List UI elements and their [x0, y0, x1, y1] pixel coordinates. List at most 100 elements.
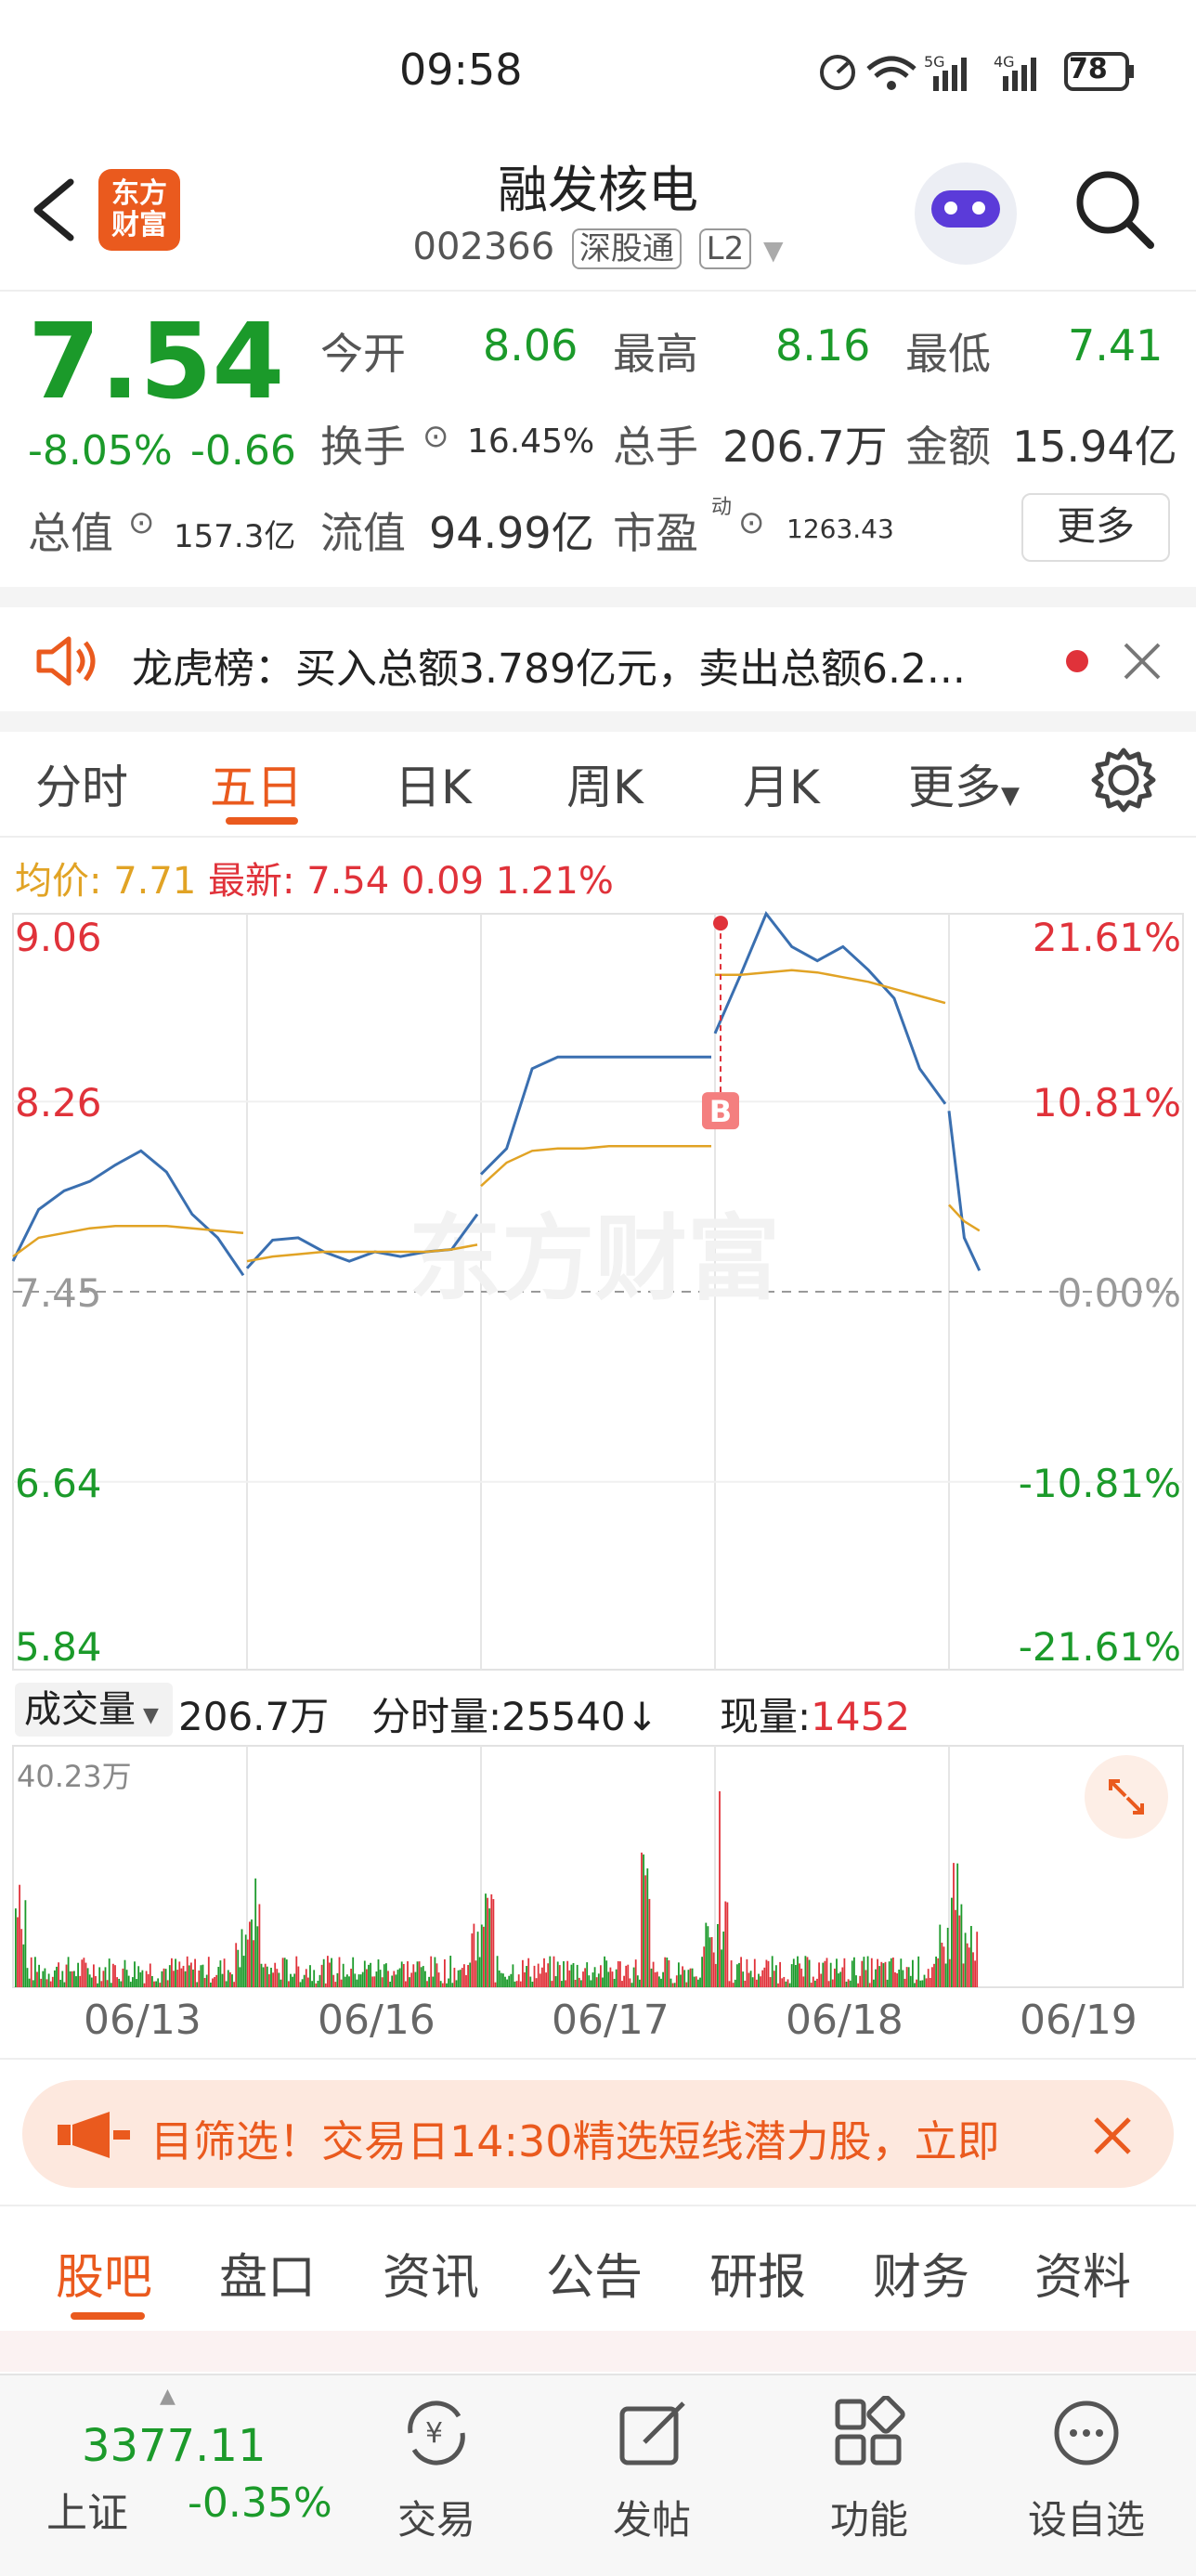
volume-bar: [227, 1970, 229, 1987]
nav-add-watchlist[interactable]: 设自选: [1012, 2387, 1161, 2563]
volume-bar: [939, 1924, 942, 1987]
volume-bar: [313, 1970, 316, 1987]
volume-bar: [948, 1958, 951, 1987]
y-tick-left: 8.26: [15, 1080, 102, 1125]
volume-indicator-dropdown[interactable]: 成交量 ▼: [15, 1683, 173, 1737]
info-icon[interactable]: ⊙: [422, 418, 449, 455]
tab-profile[interactable]: 资料: [1034, 2238, 1131, 2308]
volume-bar: [225, 1981, 228, 1987]
volume-bar: [597, 1973, 600, 1987]
volume-bar: [714, 1963, 717, 1987]
tab-finance[interactable]: 财务: [873, 2238, 969, 2308]
volume-bar: [332, 1974, 335, 1987]
volume-bar: [870, 1958, 873, 1987]
info-icon[interactable]: ⊙: [738, 504, 765, 541]
search-icon[interactable]: [1072, 167, 1156, 251]
volume-bar: [192, 1969, 194, 1987]
volume-bar: [753, 1958, 756, 1987]
latest-percent: 1.21%: [495, 860, 614, 903]
volume-bar: [730, 1960, 733, 1987]
tab-monthly-k[interactable]: 月K: [743, 750, 820, 817]
settings-gear-icon[interactable]: [1088, 745, 1159, 815]
volume-bar: [487, 1897, 488, 1987]
divider: [0, 2058, 1196, 2060]
volume-chart[interactable]: [0, 1744, 1196, 1995]
index-ticker[interactable]: ▲ 3377.11 上证 -0.35%: [19, 2385, 332, 2570]
volume-bar: [866, 1956, 869, 1987]
volume-bar: [586, 1962, 589, 1987]
volume-bar: [455, 1980, 458, 1987]
volume-bar: [812, 1976, 814, 1987]
tab-news[interactable]: 资讯: [383, 2238, 479, 2308]
volume-bar: [834, 1968, 836, 1987]
more-button[interactable]: 更多: [1021, 493, 1170, 562]
y-tick-right: -10.81%: [1019, 1461, 1181, 1506]
nav-functions[interactable]: 功能: [804, 2387, 934, 2563]
volume-bar: [804, 1956, 807, 1987]
nav-post-label: 发帖: [612, 2497, 691, 2543]
volume-bar: [552, 1956, 555, 1987]
ad-banner[interactable]: 目筛选！交易日14:30精选短线潜力股，立即: [22, 2080, 1174, 2188]
y-tick-left: 7.45: [15, 1270, 102, 1316]
volume-bar: [498, 1970, 500, 1987]
volume-bar: [217, 1967, 220, 1987]
notice-bar[interactable]: 龙虎榜：买入总额3.789亿元，卖出总额6.2...: [0, 607, 1196, 711]
volume-bar: [202, 1964, 204, 1987]
tab-forum[interactable]: 股吧: [56, 2238, 152, 2308]
nav-post[interactable]: 发帖: [587, 2387, 717, 2563]
volume-bar: [483, 1926, 485, 1987]
volume-bar: [290, 1973, 292, 1987]
volume-bar: [137, 1966, 140, 1987]
tab-more[interactable]: 更多▼: [908, 750, 1020, 817]
close-icon[interactable]: [1090, 2114, 1135, 2158]
volume-bar: [907, 1967, 910, 1987]
tab-orderbook[interactable]: 盘口: [219, 2238, 316, 2308]
volume-bar: [40, 1978, 43, 1987]
tab-announcements[interactable]: 公告: [546, 2238, 643, 2308]
pe-superscript: 动: [711, 496, 733, 519]
tab-daily-k[interactable]: 日K: [395, 750, 472, 817]
volume-bar: [779, 1961, 781, 1987]
volume-bar: [295, 1956, 298, 1987]
expand-icon[interactable]: [1085, 1755, 1168, 1839]
volume-bar: [543, 1958, 545, 1987]
tab-intraday[interactable]: 分时: [35, 750, 128, 817]
volume-bar: [818, 1962, 820, 1987]
volume-bar: [592, 1972, 594, 1987]
volume-bar: [389, 1981, 391, 1987]
volume-bar: [609, 1967, 612, 1987]
five-day-price-chart[interactable]: 东方财富 B 9.06 8.26 7.45 6.64 5.84 21.61% 10.81% 0.0…: [0, 910, 1196, 1672]
chevron-up-icon: ▲: [160, 2385, 176, 2408]
volume-bar: [650, 1968, 653, 1987]
tab-weekly-k[interactable]: 周K: [566, 750, 644, 817]
stock-code-row[interactable]: 002366 深股通 L2 ▼: [0, 223, 1196, 269]
volume-bar: [556, 1961, 559, 1987]
volume-bar: [962, 1963, 965, 1987]
status-time: 09:58: [399, 45, 523, 95]
volume-bar: [272, 1972, 274, 1987]
nav-trade[interactable]: ¥ 交易: [371, 2387, 501, 2563]
volume-bar: [301, 1979, 304, 1987]
volume-bar: [409, 1977, 410, 1987]
volume-bar: [689, 1968, 692, 1987]
volume-bar: [86, 1968, 89, 1987]
volume-bar: [219, 1960, 222, 1987]
tab-research[interactable]: 研报: [709, 2238, 806, 2308]
volume-bar: [178, 1961, 181, 1987]
volume-bar: [619, 1961, 621, 1987]
volume-bar: [886, 1979, 889, 1987]
index-value: 3377.11: [82, 2420, 266, 2472]
robot-assistant-icon[interactable]: [915, 163, 1017, 265]
close-icon[interactable]: [1122, 641, 1163, 682]
volume-bar: [377, 1959, 380, 1987]
tab-five-day[interactable]: 五日: [210, 750, 303, 817]
y-tick-right: -21.61%: [1019, 1624, 1181, 1670]
mktcap-value: 157.3亿: [174, 518, 296, 555]
volume-bar: [147, 1973, 150, 1987]
volume-bar: [428, 1976, 430, 1987]
volume-bar: [214, 1977, 215, 1987]
volume-bar: [710, 1937, 713, 1987]
volume-bar: [19, 1884, 20, 1987]
amount-label: 金额: [905, 422, 991, 472]
info-icon[interactable]: ⊙: [128, 504, 155, 541]
